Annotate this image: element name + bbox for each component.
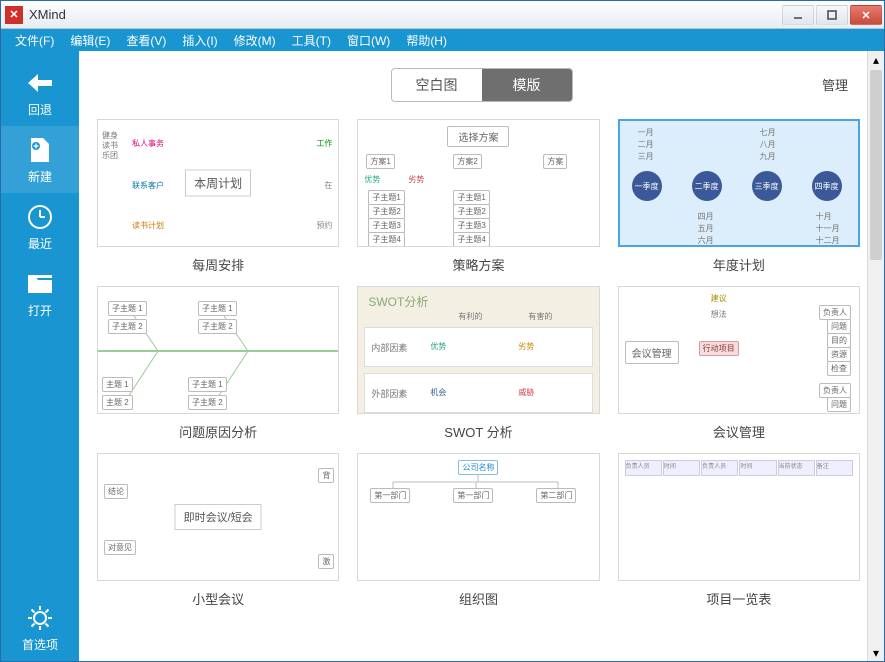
manage-link[interactable]: 管理: [822, 75, 848, 94]
back-arrow-icon: [25, 69, 55, 97]
template-card-swot[interactable]: SWOT分析 有利的 有害的 内部因素 外部因素 优势 劣势 机会 威胁 SWO…: [357, 286, 599, 441]
template-label: 年度计划: [713, 255, 765, 274]
template-thumb: 负责人员 时间 负责人员 时间 当前状态 备注: [618, 453, 860, 581]
template-thumb: 本周计划 健身 读书 乐团 私人事务 联系客户 读书计划 工作 在 预约: [97, 119, 339, 247]
template-grid-wrap: 本周计划 健身 读书 乐团 私人事务 联系客户 读书计划 工作 在 预约 每周安…: [79, 119, 884, 661]
tab-blank[interactable]: 空白图: [392, 69, 482, 101]
sidebar-item-recent[interactable]: 最近: [1, 193, 79, 260]
template-label: SWOT 分析: [444, 422, 512, 441]
sidebar-item-prefs[interactable]: 首选项: [1, 594, 79, 661]
window-title: XMind: [29, 7, 782, 22]
template-label: 会议管理: [713, 422, 765, 441]
menu-file[interactable]: 文件(F): [7, 30, 62, 51]
maximize-button[interactable]: [816, 5, 848, 25]
sidebar-item-open[interactable]: 打开: [1, 260, 79, 327]
app-logo-icon: ✕: [5, 6, 23, 24]
template-label: 问题原因分析: [179, 422, 257, 441]
template-card-project[interactable]: 负责人员 时间 负责人员 时间 当前状态 备注 项目一览表: [618, 453, 860, 608]
menu-tools[interactable]: 工具(T): [284, 30, 339, 51]
top-controls: 空白图 模版 管理: [79, 51, 884, 119]
close-button[interactable]: [850, 5, 882, 25]
menu-modify[interactable]: 修改(M): [226, 30, 284, 51]
menubar: 文件(F) 编辑(E) 查看(V) 插入(I) 修改(M) 工具(T) 窗口(W…: [1, 29, 884, 51]
template-thumb: 公司名称 第一部门 第一部门 第二部门: [357, 453, 599, 581]
sidebar-label-recent: 最近: [28, 235, 52, 252]
sidebar-item-back[interactable]: 回退: [1, 59, 79, 126]
menu-view[interactable]: 查看(V): [118, 30, 174, 51]
tab-segment: 空白图 模版: [391, 68, 573, 102]
template-card-org[interactable]: 公司名称 第一部门 第一部门 第二部门 组织图: [357, 453, 599, 608]
template-label: 每周安排: [192, 255, 244, 274]
template-card-strategy[interactable]: 选择方案 方案1 方案2 方案 优势 劣势 子主题1 子主题2 子主题3 子主题…: [357, 119, 599, 274]
content-area: 空白图 模版 管理 本周计划 健身 读书 乐团 私人事务 联系客户 读书计划: [79, 51, 884, 661]
scroll-down-icon[interactable]: ▾: [868, 644, 884, 661]
window-controls: [782, 5, 882, 25]
gear-icon: [25, 604, 55, 632]
template-thumb: 选择方案 方案1 方案2 方案 优势 劣势 子主题1 子主题2 子主题3 子主题…: [357, 119, 599, 247]
thumb-center: 本周计划: [185, 170, 251, 197]
template-thumb: 会议管理 行动项目 建议 想法 负责人 问题 目的 资源 检查 负责人 问题: [618, 286, 860, 414]
template-thumb: 一季度 二季度 三季度 四季度 一月 二月 三月 七月 八月 九月 四月 五月 …: [618, 119, 860, 247]
clock-icon: [25, 203, 55, 231]
template-label: 组织图: [459, 589, 498, 608]
template-card-fishbone[interactable]: 子主题 1 子主题 2 子主题 1 子主题 2 主题 1 主题 2 子主题 1 …: [97, 286, 339, 441]
scroll-up-icon[interactable]: ▴: [868, 51, 884, 68]
sidebar-label-new: 新建: [28, 168, 52, 185]
template-label: 项目一览表: [706, 589, 771, 608]
sidebar-label-open: 打开: [28, 302, 52, 319]
tab-template[interactable]: 模版: [482, 69, 572, 101]
menu-window[interactable]: 窗口(W): [339, 30, 398, 51]
template-card-annual[interactable]: 一季度 二季度 三季度 四季度 一月 二月 三月 七月 八月 九月 四月 五月 …: [618, 119, 860, 274]
sidebar-label-back: 回退: [28, 101, 52, 118]
template-card-weekly[interactable]: 本周计划 健身 读书 乐团 私人事务 联系客户 读书计划 工作 在 预约 每周安…: [97, 119, 339, 274]
sidebar-item-new[interactable]: 新建: [1, 126, 79, 193]
template-card-meeting[interactable]: 会议管理 行动项目 建议 想法 负责人 问题 目的 资源 检查 负责人 问题 会…: [618, 286, 860, 441]
menu-insert[interactable]: 插入(I): [174, 30, 225, 51]
vertical-scrollbar[interactable]: ▴ ▾: [867, 51, 884, 661]
template-thumb: 子主题 1 子主题 2 子主题 1 子主题 2 主题 1 主题 2 子主题 1 …: [97, 286, 339, 414]
template-label: 小型会议: [192, 589, 244, 608]
new-file-icon: [25, 136, 55, 164]
template-thumb: 即时会议/短会 结论 对意见 背 激: [97, 453, 339, 581]
template-grid: 本周计划 健身 读书 乐团 私人事务 联系客户 读书计划 工作 在 预约 每周安…: [97, 119, 860, 608]
template-thumb: SWOT分析 有利的 有害的 内部因素 外部因素 优势 劣势 机会 威胁: [357, 286, 599, 414]
scroll-thumb[interactable]: [870, 70, 882, 260]
sidebar-label-prefs: 首选项: [22, 636, 58, 653]
folder-icon: [25, 270, 55, 298]
sidebar: 回退 新建 最近 打开 首选项: [1, 51, 79, 661]
menu-help[interactable]: 帮助(H): [398, 30, 455, 51]
scroll-track[interactable]: [868, 68, 884, 644]
titlebar: ✕ XMind: [1, 1, 884, 29]
menu-edit[interactable]: 编辑(E): [62, 30, 118, 51]
template-label: 策略方案: [452, 255, 504, 274]
minimize-button[interactable]: [782, 5, 814, 25]
template-card-quick[interactable]: 即时会议/短会 结论 对意见 背 激 小型会议: [97, 453, 339, 608]
